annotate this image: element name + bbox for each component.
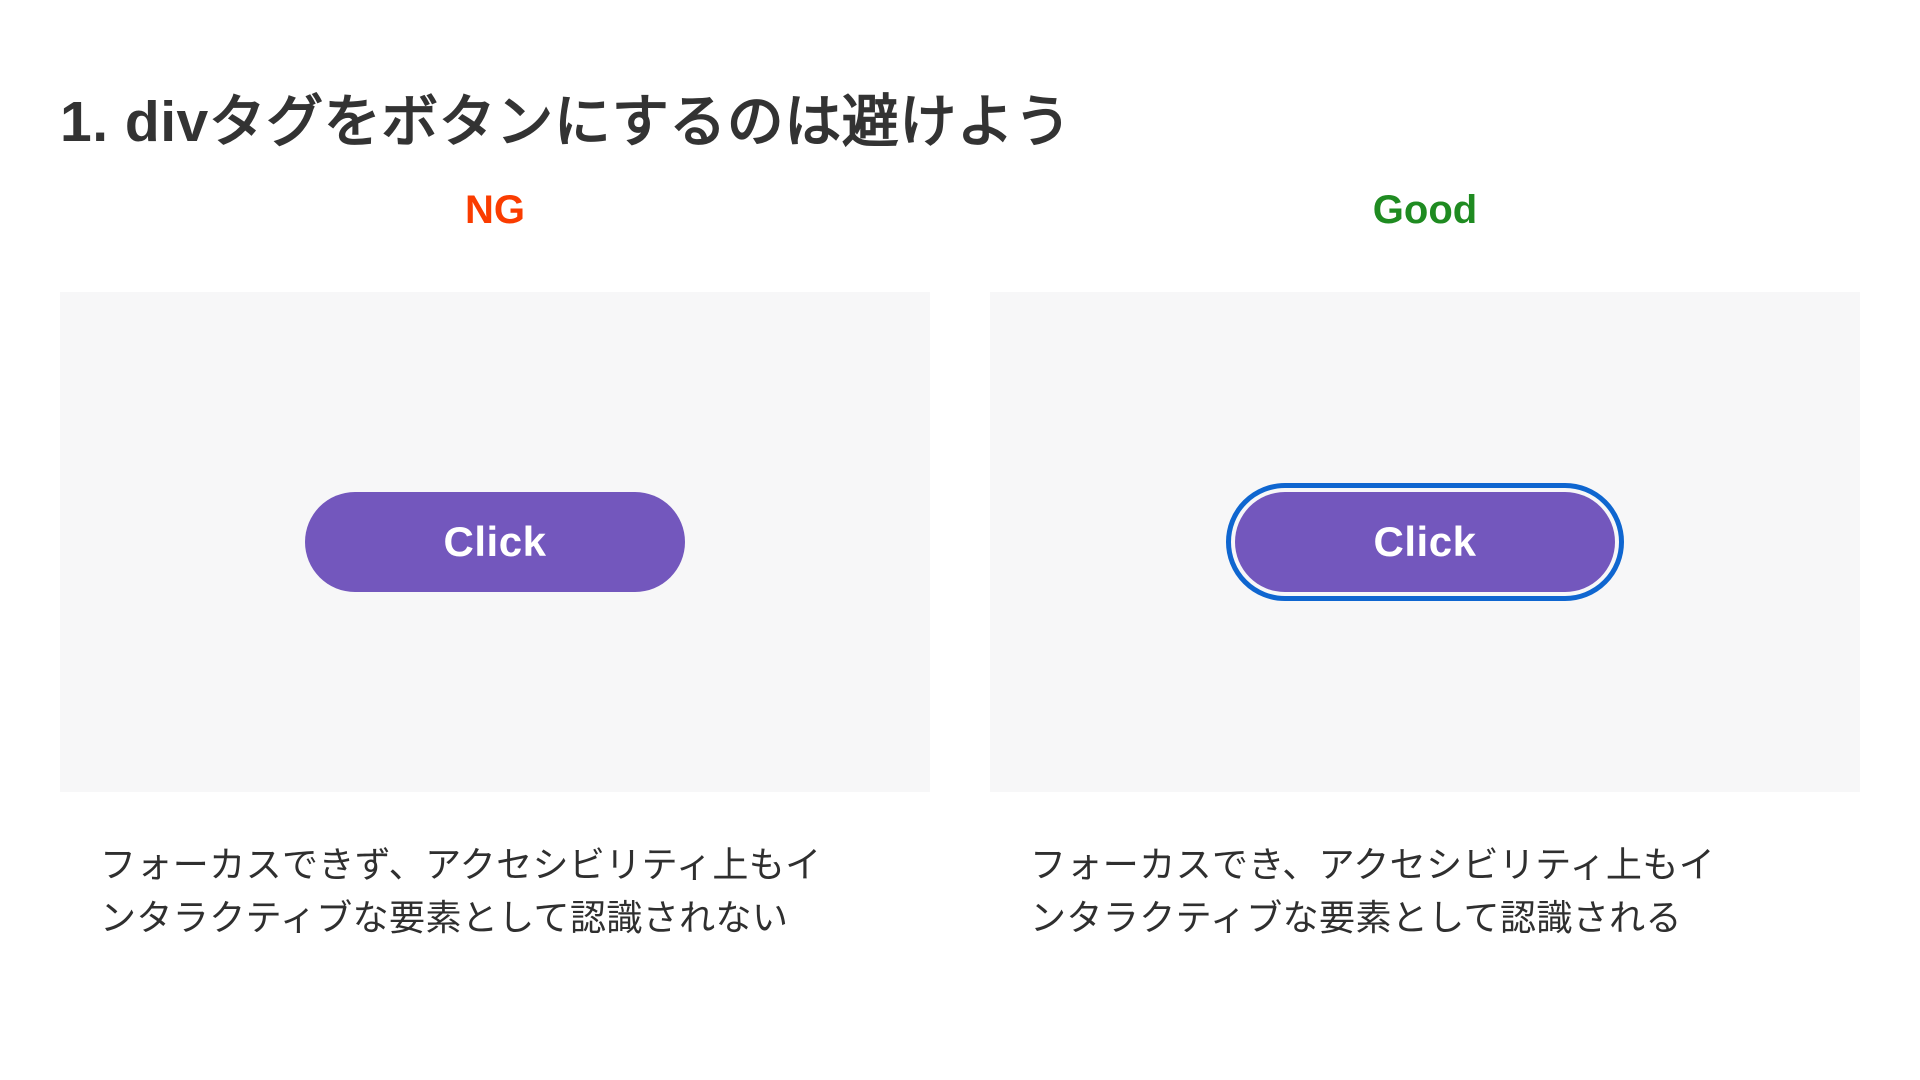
comparison-column-ng: NG Click フォーカスできず、アクセシビリティ上もイ ンタラクティブな要素… — [60, 190, 930, 945]
click-button-native-focused[interactable]: Click — [1226, 483, 1624, 601]
caption-good: フォーカスでき、アクセシビリティ上もイ ンタラクティブな要素として認識される — [990, 838, 1860, 945]
slide-canvas: 1. divタグをボタンにするのは避けよう NG Click フォーカスできず、… — [0, 0, 1920, 1080]
click-button-div[interactable]: Click — [305, 492, 685, 592]
caption-good-line-2: ンタラクティブな要素として認識される — [1030, 897, 1682, 939]
caption-ng: フォーカスできず、アクセシビリティ上もイ ンタラクティブな要素として認識されない — [60, 838, 930, 945]
comparison-container: NG Click フォーカスできず、アクセシビリティ上もイ ンタラクティブな要素… — [60, 190, 1860, 945]
page-title: 1. divタグをボタンにするのは避けよう — [60, 90, 1072, 155]
demo-stage-ng: Click — [60, 292, 930, 792]
comparison-column-good: Good Click フォーカスでき、アクセシビリティ上もイ ンタラクティブな要… — [990, 190, 1860, 945]
verdict-label-good: Good — [1372, 188, 1478, 232]
caption-ng-line-2: ンタラクティブな要素として認識されない — [100, 897, 789, 939]
caption-good-line-1: フォーカスでき、アクセシビリティ上もイ — [1030, 844, 1716, 885]
caption-ng-line-1: フォーカスできず、アクセシビリティ上もイ — [100, 844, 822, 885]
demo-stage-good: Click — [990, 292, 1860, 792]
verdict-label-ng: NG — [465, 188, 525, 232]
